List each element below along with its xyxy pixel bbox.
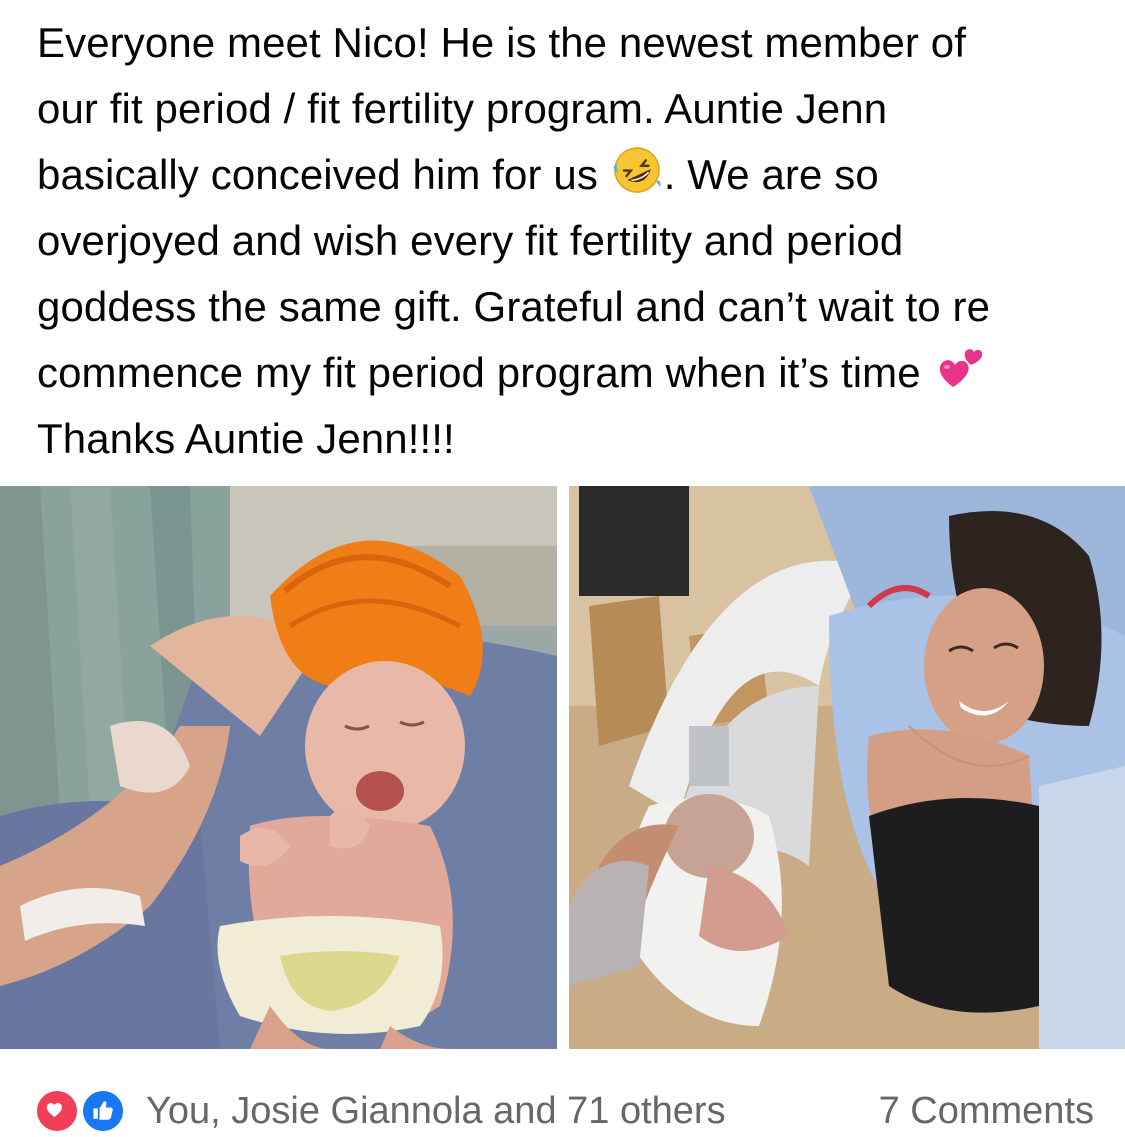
post-line: commence my fit period program when it’s… [37,340,1102,406]
post-text: Everyone meet Nico! He is the newest mem… [37,10,1102,472]
newborn-in-orange-hat-photo-icon [0,486,557,1049]
newborn-photo[interactable] [0,486,557,1049]
photo-grid [0,486,1125,1049]
mother-holding-newborn-photo-icon [569,486,1125,1049]
post-line-text: . We are so [663,151,879,198]
post-footer: You, Josie Giannola and 71 others 7 Comm… [34,1083,1094,1137]
reactions-text: You, Josie Giannola and 71 others [146,1089,726,1132]
post-line: our fit period / fit fertility program. … [37,85,888,132]
post-line-text: commence my fit period program when it’s… [37,349,921,396]
reactions-summary[interactable]: You, Josie Giannola and 71 others [34,1086,726,1136]
love-reaction-icon [34,1088,80,1134]
post-line: goddess the same gift. Grateful and can’… [37,283,991,330]
two-hearts-emoji-icon [933,341,987,395]
mother-newborn-photo[interactable] [569,486,1125,1049]
post-line: overjoyed and wish every fit fertility a… [37,217,904,264]
post-line-text: basically conceived him for us [37,151,598,198]
comments-count[interactable]: 7 Comments [879,1090,1094,1133]
reaction-icons [34,1086,134,1136]
like-reaction-icon [80,1088,126,1134]
laughing-emoji-icon [610,143,664,197]
post-line: basically conceived him for us . We are … [37,142,1102,208]
post-line: Thanks Auntie Jenn!!!! [37,415,455,462]
post-line: Everyone meet Nico! He is the newest mem… [37,19,966,66]
